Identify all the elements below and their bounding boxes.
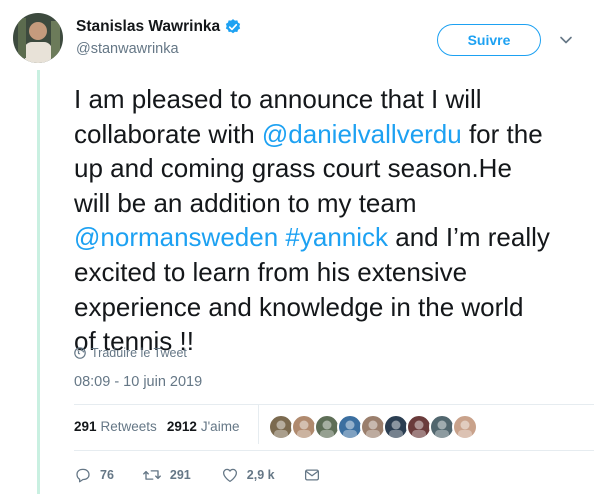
retweet-button[interactable]: 291	[142, 466, 191, 484]
hashtag-link[interactable]: #yannick	[285, 222, 388, 252]
mention-link[interactable]: @danielvallverdu	[262, 119, 462, 149]
action-bar: 76 291 2,9 k	[74, 466, 329, 484]
retweet-icon	[142, 470, 161, 480]
translate-link[interactable]: Traduire le Tweet	[74, 346, 187, 360]
tweet-text-segment: up and coming grass court season.He	[74, 153, 512, 184]
tweet-line: collaborate with @danielvallverdu for th…	[74, 117, 594, 152]
tweet-line: excited to learn from his extensive	[74, 255, 594, 290]
author-name[interactable]: Stanislas Wawrinka	[76, 18, 220, 36]
follow-button[interactable]: Suivre	[437, 24, 541, 56]
reply-count: 76	[100, 468, 114, 482]
divider	[74, 404, 594, 405]
tweet-line: @normansweden #yannick and I’m really	[74, 220, 594, 255]
like-button[interactable]: 2,9 k	[221, 466, 275, 484]
tweet-text-segment: excited to learn from his extensive	[74, 256, 468, 287]
tweet-line: I am pleased to announce that I will	[74, 82, 594, 117]
likes-label: J'aime	[200, 419, 240, 434]
tweet-text-segment: experience and knowledge in the world	[74, 291, 524, 322]
tweet-text-segment: and I’m really	[388, 222, 550, 253]
globe-icon	[74, 347, 86, 359]
tweet-text-segment: collaborate with	[74, 118, 262, 149]
tweet-text-segment: for the	[461, 118, 543, 149]
divider	[74, 450, 594, 451]
envelope-icon	[304, 469, 319, 481]
liker-avatar[interactable]	[452, 414, 478, 440]
tweet-text-segment: will be an addition to my team	[74, 187, 417, 218]
message-button[interactable]	[303, 466, 329, 484]
translate-label[interactable]: Traduire le Tweet	[91, 346, 187, 360]
tweet-timestamp[interactable]: 08:09 - 10 juin 2019	[74, 374, 202, 390]
tweet-line: experience and knowledge in the world	[74, 290, 594, 325]
tweet-line: will be an addition to my team	[74, 186, 594, 221]
heart-icon	[222, 468, 237, 483]
tweet-line: up and coming grass court season.He	[74, 151, 594, 186]
like-count: 2,9 k	[246, 468, 275, 482]
avatar[interactable]	[13, 13, 63, 63]
retweets-count: 291	[74, 419, 97, 434]
stats-separator	[258, 404, 259, 444]
likes-stat[interactable]: 2912 J'aime	[167, 419, 240, 434]
mention-link[interactable]: @normansweden	[74, 222, 278, 252]
tweet-text-segment: I am pleased to announce that I will	[74, 84, 482, 114]
author-handle[interactable]: @stanwawrinka	[76, 41, 179, 57]
tweet-text: I am pleased to announce that I will coll…	[74, 82, 594, 359]
chevron-down-icon[interactable]	[559, 33, 573, 47]
likes-count: 2912	[166, 419, 197, 434]
engagement-stats: 291 Retweets 2912 J'aime	[74, 419, 249, 434]
retweet-count: 291	[169, 468, 191, 482]
retweets-label: Retweets	[100, 419, 157, 434]
retweets-stat[interactable]: 291 Retweets	[74, 419, 157, 434]
liker-avatars	[268, 414, 478, 440]
thread-line	[37, 70, 40, 494]
reply-icon	[76, 468, 90, 483]
reply-button[interactable]: 76	[74, 466, 114, 484]
verified-badge-icon	[224, 18, 242, 36]
